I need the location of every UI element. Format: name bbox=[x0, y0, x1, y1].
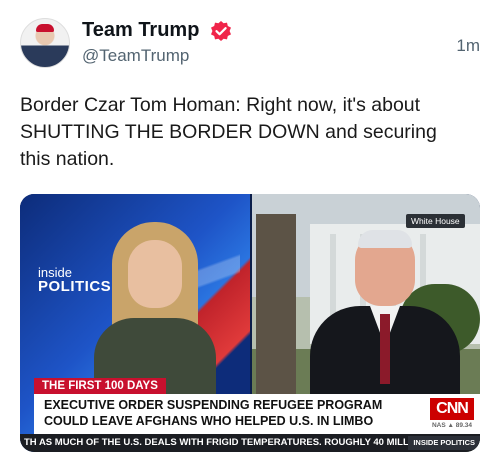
segment-tag: THE FIRST 100 DAYS bbox=[34, 378, 166, 394]
post-timestamp[interactable]: 1m bbox=[456, 36, 480, 56]
profile-avatar[interactable] bbox=[20, 18, 70, 68]
chyron-headline: EXECUTIVE ORDER SUSPENDING REFUGEE PROGR… bbox=[44, 398, 383, 428]
anchor-figure bbox=[90, 222, 220, 398]
guest-tie bbox=[380, 314, 390, 384]
guest-figure bbox=[310, 230, 460, 416]
ticker-show-tag: INSIDE POLITICS bbox=[408, 436, 480, 450]
lower-third-chyron: EXECUTIVE ORDER SUSPENDING REFUGEE PROGR… bbox=[34, 394, 480, 434]
post-text: Border Czar Tom Homan: Right now, it's a… bbox=[20, 94, 437, 170]
post-header: Team Trump @TeamTrump 1m bbox=[20, 14, 480, 74]
display-name[interactable]: Team Trump bbox=[82, 18, 199, 42]
video-thumbnail[interactable]: inside POLITICS White House THE FIRST 10… bbox=[20, 194, 480, 452]
cnn-logo: CNN bbox=[430, 398, 474, 420]
anchor-face bbox=[128, 240, 182, 308]
user-handle[interactable]: @TeamTrump bbox=[82, 46, 189, 66]
location-label: White House bbox=[406, 214, 465, 228]
market-readout: NAS ▲ 89.34 bbox=[431, 422, 472, 429]
tree-trunk bbox=[256, 214, 296, 414]
verified-badge-icon bbox=[211, 21, 231, 41]
guest-hair bbox=[358, 230, 412, 248]
news-ticker: TH AS MUCH OF THE U.S. DEALS WITH FRIGID… bbox=[20, 434, 480, 452]
ticker-text: TH AS MUCH OF THE U.S. DEALS WITH FRIGID… bbox=[24, 437, 435, 448]
red-cap-shape bbox=[36, 24, 54, 32]
